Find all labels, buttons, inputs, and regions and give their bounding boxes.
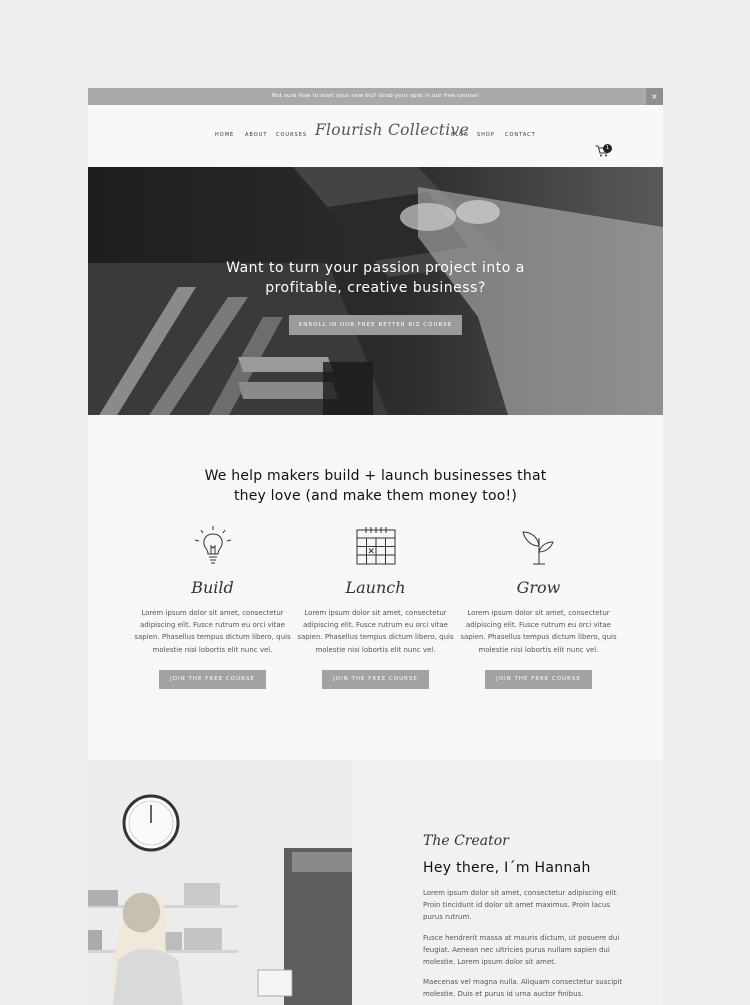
site-logo[interactable]: Flourish Collective	[315, 121, 469, 139]
main-navigation: HOME ABOUT COURSES Flourish Collective B…	[88, 105, 663, 167]
hero-headline-line2: profitable, creative business?	[265, 280, 486, 296]
creator-paragraph: Maecenas vel magna nulla. Aliquam consec…	[423, 978, 623, 999]
feature-description: Lorem ipsum dolor sit amet, consectetur …	[134, 609, 291, 654]
join-course-button[interactable]: JOIN THE FREE COURSE	[159, 669, 266, 689]
website-frame: Not sure how to start your new biz? Grab…	[88, 88, 663, 1005]
nav-contact[interactable]: CONTACT	[505, 132, 536, 138]
creator-heading: Hey there, I´m Hannah	[423, 860, 591, 876]
nav-about[interactable]: ABOUT	[245, 132, 267, 138]
features-heading-line1: We help makers build + launch businesses…	[204, 468, 547, 484]
hero-headline: Want to turn your passion project into a…	[88, 258, 663, 298]
feature-grow: Grow Lorem ipsum dolor sit amet, consect…	[457, 524, 620, 689]
hero-headline-line1: Want to turn your passion project into a	[226, 260, 525, 276]
nav-shop[interactable]: SHOP	[477, 132, 495, 138]
feature-description: Lorem ipsum dolor sit amet, consectetur …	[460, 609, 617, 654]
lightbulb-icon	[194, 526, 231, 564]
creator-tagline: The Creator	[423, 833, 509, 849]
feature-name: Launch	[345, 578, 406, 597]
announcement-text[interactable]: Not sure how to start your new biz? Grab…	[272, 93, 479, 99]
creator-section: The Creator Hey there, I´m Hannah Lorem …	[88, 760, 663, 1005]
feature-name: Grow	[516, 578, 561, 597]
enroll-course-button[interactable]: ENROLL IN OUR FREE BETTER BIZ COURSE	[289, 315, 462, 335]
close-icon[interactable]: ×	[646, 88, 663, 105]
nav-blog[interactable]: BLOG	[451, 132, 469, 138]
join-course-button[interactable]: JOIN THE FREE COURSE	[322, 669, 429, 689]
features-heading: We help makers build + launch businesses…	[88, 466, 663, 506]
feature-launch: Launch Lorem ipsum dolor sit amet, conse…	[294, 524, 457, 689]
creator-photo-image	[88, 760, 352, 1005]
nav-courses[interactable]: COURSES	[276, 132, 307, 138]
join-course-button[interactable]: JOIN THE FREE COURSE	[485, 669, 592, 689]
nav-home[interactable]: HOME	[215, 132, 234, 138]
cart-count-badge: 1	[603, 144, 612, 153]
creator-photo	[88, 760, 352, 1005]
feature-build: Build Lorem ipsum dolor sit amet, consec…	[131, 524, 294, 689]
sprout-icon	[521, 531, 554, 565]
announcement-bar[interactable]: Not sure how to start your new biz? Grab…	[88, 88, 663, 105]
hero-banner: Want to turn your passion project into a…	[88, 167, 663, 415]
creator-paragraph: Lorem ipsum dolor sit amet, consectetur …	[423, 889, 619, 922]
features-heading-line2: they love (and make them money too!)	[233, 488, 518, 504]
feature-name: Build	[191, 578, 234, 597]
calendar-icon	[356, 527, 395, 565]
creator-paragraph: Fusce hendrerit massa at mauris dictum, …	[423, 934, 620, 967]
feature-description: Lorem ipsum dolor sit amet, consectetur …	[297, 609, 454, 654]
